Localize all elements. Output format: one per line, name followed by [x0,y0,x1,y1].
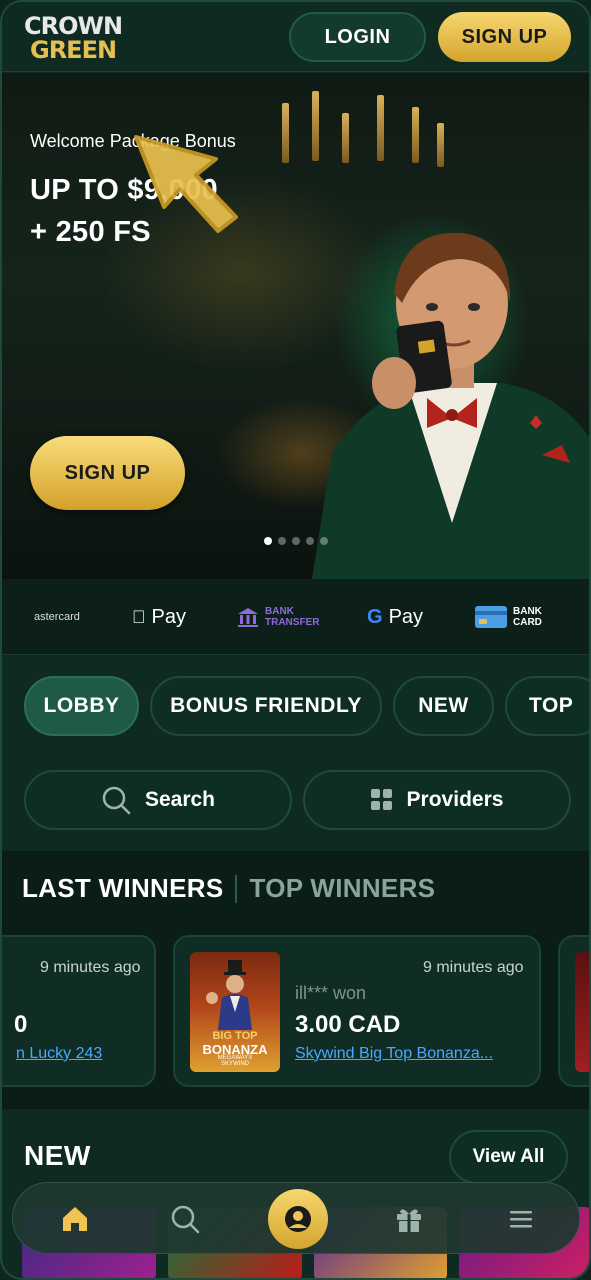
logo[interactable]: CROWN GREEN [22,10,142,66]
bank-card-label-2: CARD [513,617,542,628]
login-button[interactable]: LOGIN [289,12,426,62]
payment-methods-strip: astercard  Pay BANK TRANSFER G Pay [2,579,589,655]
winner-card[interactable]: BIG TOP BONANZA MEGAWAYS SKYWIND 9 minut… [173,935,541,1087]
menu-icon [510,1211,532,1228]
carousel-dot[interactable] [278,537,286,545]
providers-label: Providers [406,788,504,811]
search-label: Search [144,788,216,811]
tab-last-winners[interactable]: LAST WINNERS [22,873,223,904]
bank-icon [238,608,258,627]
game-thumbnail[interactable] [575,952,589,1072]
winner-amount: 0 [14,1011,28,1038]
apple-pay-logo:  Pay [132,579,186,655]
bank-card-label-1: BANK [513,606,542,617]
bank-card-logo: BANK CARD [475,579,542,655]
pointer-arrow-icon [134,135,238,233]
home-icon [63,1207,87,1231]
nav-promotions[interactable] [391,1201,427,1237]
tab-divider [235,874,238,903]
winners-tabs: LAST WINNERS TOP WINNERS [22,873,435,904]
game-thumbnail[interactable]: BIG TOP BONANZA MEGAWAYS SKYWIND [190,952,280,1072]
bank-transfer-label-2: TRANSFER [265,617,320,628]
thumb-title-1: BIG TOP [212,1030,258,1042]
bank-transfer-logo: BANK TRANSFER [237,579,319,655]
carousel-dot[interactable] [292,537,300,545]
google-pay-logo: G Pay [367,579,423,655]
bank-transfer-label-1: BANK [265,606,294,617]
google-g-icon: G [367,605,383,628]
winner-game-link[interactable]: n Lucky 243 [16,1045,102,1063]
search-row: Search Providers [2,770,589,830]
nav-search[interactable] [167,1201,203,1237]
winner-amount: 3.00 CAD [295,1011,401,1038]
new-section-title: NEW [24,1140,91,1171]
search-icon [171,1205,200,1234]
logo-text-bottom: GREEN [30,36,117,64]
ringmaster-image [206,960,252,1030]
apple-pay-label: Pay [138,605,186,628]
grid-icon [370,789,392,810]
carousel-dot[interactable] [264,537,272,545]
hero-banner[interactable]: Welcome Package Bonus UP TO $9,000 + 250… [2,73,589,579]
search-icon [102,786,131,815]
chandelier-decoration [272,83,452,203]
winner-game-link[interactable]: Skywind Big Top Bonanza... [295,1045,493,1063]
winner-time: 9 minutes ago [423,959,524,976]
credit-card-icon [475,606,507,628]
winners-section: LAST WINNERS TOP WINNERS 9 minutes ago 0… [2,851,589,1109]
nav-home[interactable] [57,1201,93,1237]
nav-menu[interactable] [503,1201,539,1237]
carousel-dots [264,537,328,547]
nav-profile[interactable] [268,1189,328,1249]
carousel-dot[interactable] [306,537,314,545]
view-all-button[interactable]: View All [449,1130,568,1184]
winner-card[interactable] [558,935,589,1087]
winner-name: ill*** won [295,983,367,1003]
app-frame: CROWN GREEN LOGIN SIGN UP Welcome Packag… [0,0,591,1280]
tab-top-winners[interactable]: TOP WINNERS [249,873,435,904]
thumb-title-4: SKYWIND [220,1061,249,1067]
tab-bonus-friendly[interactable]: BONUS FRIENDLY [150,676,382,736]
header: CROWN GREEN LOGIN SIGN UP [2,2,589,72]
user-icon [285,1206,311,1232]
tab-top[interactable]: TOP [505,676,589,736]
search-button[interactable]: Search [24,770,292,830]
winner-card[interactable]: 9 minutes ago 0 n Lucky 243 [2,935,156,1087]
signup-button-hero[interactable]: SIGN UP [30,436,185,510]
bottom-nav [12,1182,580,1254]
category-tabs: LOBBY BONUS FRIENDLY NEW TOP [2,676,589,738]
providers-button[interactable]: Providers [303,770,571,830]
tab-lobby[interactable]: LOBBY [24,676,139,736]
google-pay-label: Pay [388,605,424,628]
tab-new[interactable]: NEW [393,676,494,736]
winner-time: 9 minutes ago [40,959,141,976]
carousel-dot[interactable] [320,537,328,545]
hero-character-image [312,232,589,579]
mastercard-logo: astercard [34,611,80,623]
apple-icon:  [132,607,146,628]
gift-icon [397,1209,421,1232]
signup-button-header[interactable]: SIGN UP [438,12,571,62]
